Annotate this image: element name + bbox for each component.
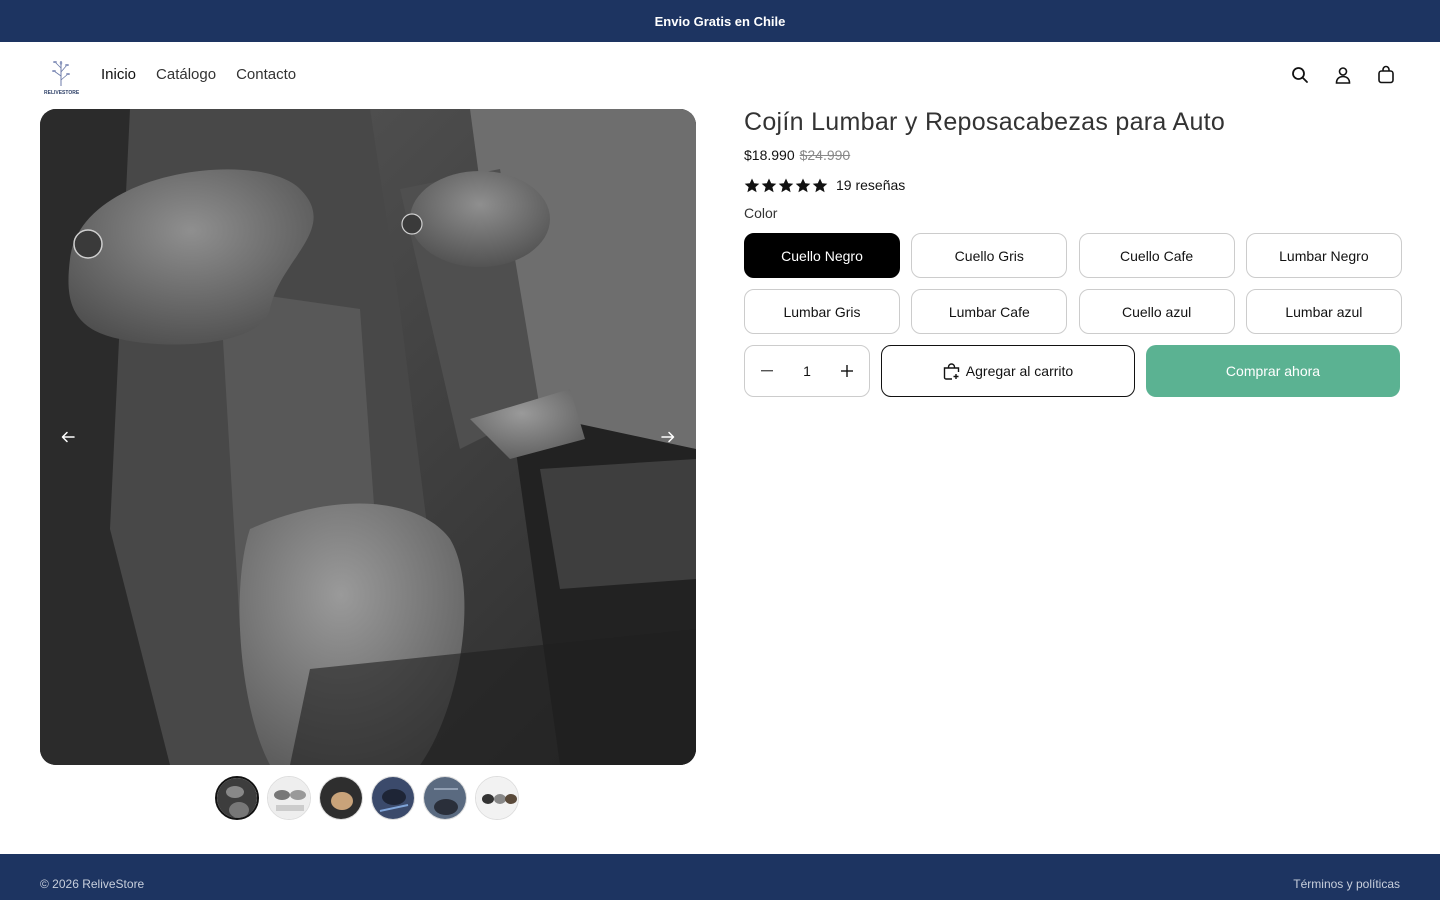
plus-icon	[841, 365, 853, 377]
thumbnail-1[interactable]	[215, 776, 259, 820]
store-logo[interactable]: RELIVESTORE	[44, 54, 80, 96]
site-header: RELIVESTORE Inicio Catálogo Contacto	[0, 42, 1440, 109]
variant-lumbar-cafe[interactable]: Lumbar Cafe	[911, 289, 1068, 334]
thumbnail-2[interactable]	[267, 776, 311, 820]
header-icons	[1289, 64, 1396, 85]
logo-text: RELIVESTORE	[44, 90, 80, 96]
footer-terms-link[interactable]: Términos y políticas	[1293, 877, 1400, 891]
variant-cuello-azul[interactable]: Cuello azul	[1078, 289, 1235, 334]
variant-cuello-cafe[interactable]: Cuello Cafe	[1078, 233, 1235, 278]
nav-item-contacto[interactable]: Contacto	[236, 66, 296, 83]
quantity-input[interactable]	[787, 363, 827, 379]
add-to-cart-label: Agregar al carrito	[965, 363, 1074, 379]
star-icon	[761, 178, 777, 192]
quantity-decrease-button[interactable]	[755, 359, 779, 383]
buy-row: Agregar al carrito Comprar ahora	[744, 345, 1400, 397]
star-icon	[778, 178, 794, 192]
star-icon	[795, 178, 811, 192]
thumbnail-4[interactable]	[371, 776, 415, 820]
product-gallery	[40, 109, 696, 765]
add-to-cart-button[interactable]: Agregar al carrito	[881, 345, 1135, 397]
main-nav: Inicio Catálogo Contacto	[101, 66, 296, 83]
product-rating[interactable]: 19 reseñas	[744, 177, 1400, 193]
sale-price: $18.990	[744, 147, 795, 163]
arrow-left-icon	[61, 431, 75, 443]
variant-lumbar-gris[interactable]: Lumbar Gris	[744, 289, 900, 334]
variant-cuello-negro[interactable]: Cuello Negro	[744, 233, 900, 278]
quantity-increase-button[interactable]	[835, 359, 859, 383]
gallery-thumbnails	[215, 776, 519, 820]
rating-stars	[744, 178, 828, 193]
variant-cuello-gris[interactable]: Cuello Gris	[911, 233, 1068, 278]
search-icon[interactable]	[1289, 64, 1310, 85]
announcement-bar: Envio Gratis en Chile	[0, 0, 1440, 42]
gallery-prev-arrow[interactable]	[54, 423, 82, 451]
compare-price: $24.990	[799, 147, 851, 163]
cart-add-icon	[943, 362, 959, 380]
buy-now-button[interactable]: Comprar ahora	[1146, 345, 1400, 397]
footer-copyright: © 2026 ReliveStore	[40, 877, 145, 891]
logo-branch-icon	[52, 61, 70, 86]
star-icon	[812, 178, 828, 192]
nav-item-catalogo[interactable]: Catálogo	[156, 66, 216, 83]
cart-icon[interactable]	[1375, 64, 1396, 85]
product-title: Cojín Lumbar y Reposacabezas para Auto	[744, 108, 1226, 136]
star-icon	[744, 178, 760, 192]
reviews-count: 19 reseñas	[836, 177, 906, 193]
price-row: $18.990 $24.990	[744, 147, 1400, 163]
variant-lumbar-negro[interactable]: Lumbar Negro	[1245, 233, 1402, 278]
color-label: Color	[744, 205, 778, 221]
gallery-next-arrow[interactable]	[654, 423, 682, 451]
thumbnail-5[interactable]	[423, 776, 467, 820]
thumbnail-3[interactable]	[319, 776, 363, 820]
nav-item-inicio[interactable]: Inicio	[101, 66, 136, 83]
announcement-text: Envio Gratis en Chile	[654, 13, 786, 29]
account-icon[interactable]	[1332, 64, 1353, 85]
variant-lumbar-azul[interactable]: Lumbar azul	[1245, 289, 1402, 334]
site-footer: © 2026 ReliveStore Términos y políticas	[0, 854, 1440, 900]
product-info: Cojín Lumbar y Reposacabezas para Auto $…	[744, 108, 1402, 397]
quantity-stepper	[744, 345, 870, 397]
minus-icon	[761, 370, 773, 372]
arrow-right-icon	[661, 431, 675, 443]
thumbnail-6[interactable]	[475, 776, 519, 820]
variant-picker: Cuello Negro Cuello Gris Cuello Cafe Lum…	[744, 233, 1402, 334]
product-photo	[40, 109, 696, 765]
